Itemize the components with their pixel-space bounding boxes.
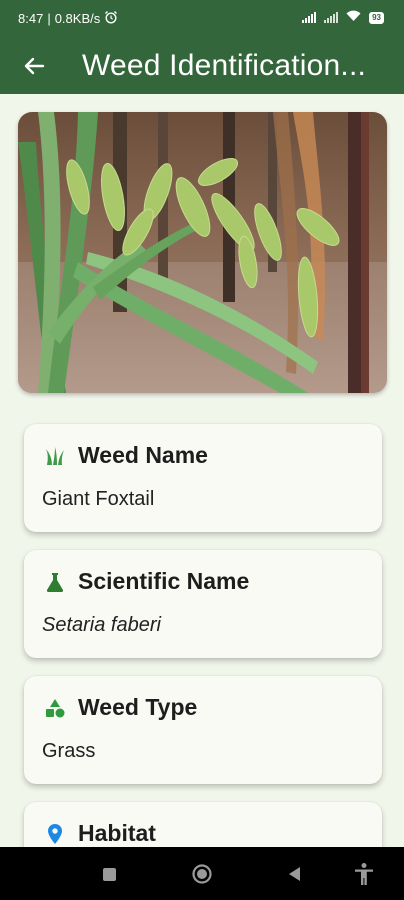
alarm-icon [104,10,118,27]
status-left: 8:47 | 0.8KB/s [18,10,118,27]
card-scientific-name: Scientific Name Setaria faberi [24,550,382,658]
signal-icon-2 [324,12,339,23]
card-weed-name: Weed Name Giant Foxtail [24,424,382,532]
app-bar: Weed Identification... [0,38,404,94]
arrow-left-icon [24,57,45,75]
card-header: Weed Name [42,442,208,469]
card-value: Giant Foxtail [42,488,155,510]
card-header: Habitat [42,820,156,847]
card-title: Weed Name [78,442,208,468]
status-right: 93 [302,10,384,25]
card-title: Habitat [78,820,156,846]
network-speed: 0.8KB/s [54,11,101,26]
status-time: 8:47 [18,11,44,26]
home-button[interactable] [189,861,215,887]
weed-photo [18,112,387,393]
page-title: Weed Identification... [82,49,367,82]
card-title: Scientific Name [78,568,250,594]
flask-icon [42,569,68,595]
card-value: Grass [42,740,96,762]
status-divider: | [47,11,51,26]
card-header: Scientific Name [42,568,249,595]
triangle-left-icon [289,867,300,881]
card-header: Weed Type [42,694,197,721]
category-icon [42,695,68,721]
battery-icon: 93 [369,11,384,24]
circle-icon [192,864,212,884]
system-nav-bar [0,847,404,900]
accessibility-icon [355,863,373,885]
location-pin-icon [42,821,68,847]
square-icon [102,867,116,881]
accessibility-button[interactable] [351,861,377,887]
status-bar: 8:47 | 0.8KB/s 93 [0,0,404,38]
card-weed-type: Weed Type Grass [24,676,382,784]
wifi-icon [346,10,361,25]
card-title: Weed Type [78,694,198,720]
back-nav-button[interactable] [281,861,307,887]
back-button[interactable] [18,50,50,82]
signal-icon [302,12,317,23]
grass-icon [42,443,68,469]
recents-button[interactable] [96,861,122,887]
card-value: Setaria faberi [42,614,161,636]
